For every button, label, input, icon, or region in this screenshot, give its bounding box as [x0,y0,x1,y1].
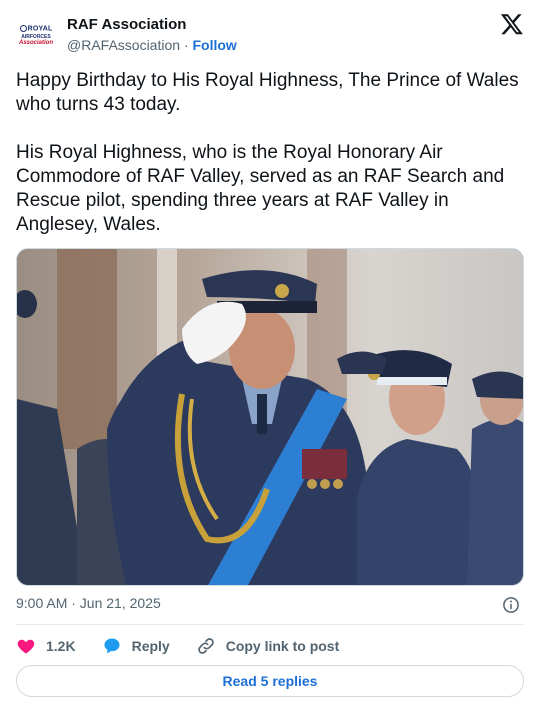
separator-dot: · [183,37,189,53]
reply-label: Reply [131,638,170,654]
photo-illustration [17,249,523,585]
logo-line1: ROYAL [27,25,53,33]
like-count: 1.2K [46,638,76,654]
copy-link-label: Copy link to post [225,638,340,654]
account-handle-line: @RAFAssociation · Follow [67,37,237,53]
copy-link-button[interactable]: Copy link to post [196,636,340,656]
like-button[interactable]: 1.2K [16,636,76,656]
info-icon[interactable] [502,596,520,614]
follow-link[interactable]: Follow [193,37,237,53]
reply-bubble-icon [104,638,120,654]
reply-button[interactable]: Reply [102,636,170,656]
post-paragraph-2: His Royal Highness, who is the Royal Hon… [16,142,505,235]
account-avatar[interactable]: ROYAL AIRFORCES Association [16,16,56,56]
divider [16,624,524,625]
heart-icon [17,639,35,654]
post-photo[interactable] [16,248,524,586]
account-name[interactable]: RAF Association [67,16,186,33]
action-bar: 1.2K Reply Copy link to post [16,634,365,658]
post-timestamp[interactable]: 9:00 AM · Jun 21, 2025 [16,595,161,611]
link-icon [197,638,214,654]
read-replies-button[interactable]: Read 5 replies [16,665,524,697]
x-logo-icon[interactable] [500,12,524,36]
account-handle[interactable]: @RAFAssociation [67,37,180,53]
post-text: Happy Birthday to His Royal Highness, Th… [16,69,528,237]
post-paragraph-1: Happy Birthday to His Royal Highness, Th… [16,70,519,115]
post-header: ROYAL AIRFORCES Association RAF Associat… [16,12,524,58]
embedded-post: ROYAL AIRFORCES Association RAF Associat… [0,0,540,712]
logo-line3: Association [18,39,53,46]
